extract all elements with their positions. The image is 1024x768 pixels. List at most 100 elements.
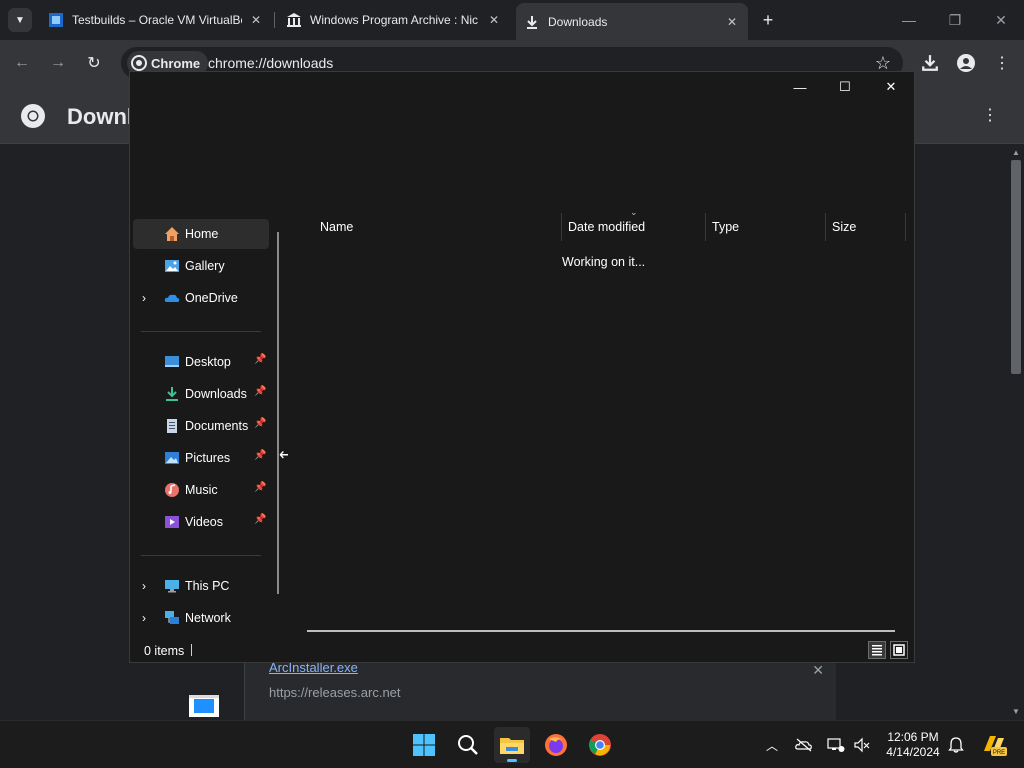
tiles-view-button[interactable]	[890, 641, 908, 659]
minimize-button[interactable]: —	[897, 8, 921, 32]
nav-item-videos[interactable]: Videos 📌	[133, 507, 269, 537]
copilot-button[interactable]: PRE	[980, 733, 1008, 757]
nav-item-gallery[interactable]: Gallery	[133, 251, 269, 281]
column-header-type[interactable]: Type	[706, 213, 826, 241]
home-icon	[165, 227, 179, 241]
navigation-scrollbar[interactable]	[277, 232, 279, 594]
status-separator	[191, 644, 192, 656]
explorer-minimize-button[interactable]: —	[777, 72, 823, 102]
scroll-thumb[interactable]	[1011, 160, 1021, 374]
remove-download-icon[interactable]: ✕	[812, 662, 824, 679]
downloads-button[interactable]	[918, 51, 942, 75]
close-icon[interactable]: ✕	[486, 12, 502, 28]
reload-button[interactable]: ↻	[82, 51, 106, 75]
page-scrollbar[interactable]: ▲ ▼	[1008, 144, 1024, 720]
start-button[interactable]	[406, 727, 442, 763]
nav-item-home[interactable]: Home	[133, 219, 269, 249]
column-header-date-modified[interactable]: Date modified	[562, 213, 706, 241]
gallery-icon	[165, 260, 179, 272]
onedrive-icon	[164, 294, 180, 302]
volume-tray-icon[interactable]	[852, 735, 872, 755]
plus-icon: +	[762, 9, 774, 30]
nav-item-documents[interactable]: Documents 📌	[133, 411, 269, 441]
close-window-button[interactable]: ✕	[989, 8, 1013, 32]
forward-button[interactable]: →	[46, 51, 70, 75]
chrome-menu-button[interactable]: ⋮	[990, 51, 1014, 75]
pin-icon[interactable]: 📌	[254, 514, 266, 525]
scroll-up-icon[interactable]: ▲	[1012, 148, 1020, 157]
new-tab-button[interactable]: +	[758, 10, 778, 30]
details-view-button[interactable]	[868, 641, 886, 659]
file-list: ⌄ Name Date modified Type Size Working o…	[288, 207, 914, 637]
chevron-right-icon[interactable]: ›	[142, 579, 146, 593]
nav-item-music[interactable]: Music 📌	[133, 475, 269, 505]
nav-item-label: Desktop	[185, 355, 231, 369]
back-button[interactable]: ←	[10, 51, 34, 75]
reload-icon: ↻	[87, 55, 101, 72]
url-text[interactable]: chrome://downloads	[208, 55, 333, 71]
pin-icon[interactable]: 📌	[254, 450, 266, 461]
taskbar-chrome[interactable]	[582, 727, 618, 763]
network-icon	[165, 611, 179, 624]
volume-muted-icon	[854, 737, 870, 753]
tab-downloads[interactable]: Downloads ✕	[516, 3, 748, 40]
onedrive-tray-icon[interactable]	[794, 735, 814, 755]
column-label: Size	[832, 220, 857, 234]
pin-icon[interactable]: 📌	[254, 354, 266, 365]
pictures-icon	[165, 452, 179, 464]
explorer-close-button[interactable]: ✕	[868, 72, 914, 102]
close-icon[interactable]: ✕	[248, 12, 264, 28]
chevron-up-icon: ︿	[765, 738, 778, 753]
network-tray-icon[interactable]	[826, 735, 846, 755]
scroll-down-icon[interactable]: ▼	[1012, 707, 1020, 716]
nav-item-desktop[interactable]: Desktop 📌	[133, 347, 269, 377]
nav-item-downloads[interactable]: Downloads 📌	[133, 379, 269, 409]
column-header-size[interactable]: Size	[826, 213, 906, 241]
arrow-left-icon: ←	[14, 54, 30, 71]
taskbar-search-button[interactable]	[450, 727, 486, 763]
pin-icon[interactable]: 📌	[254, 482, 266, 493]
notifications-button[interactable]	[946, 735, 966, 755]
bell-icon	[948, 737, 964, 753]
download-icon	[922, 55, 938, 71]
tab-title: Windows Program Archive : Nic	[310, 13, 479, 27]
minimize-icon: —	[902, 12, 916, 28]
tiles-view-icon	[893, 644, 905, 656]
videos-icon	[165, 516, 179, 528]
nav-item-network[interactable]: › Network	[133, 603, 269, 633]
minimize-icon: —	[793, 79, 807, 95]
explorer-maximize-button[interactable]: ☐	[822, 72, 868, 102]
restore-button[interactable]: ❐	[943, 8, 967, 32]
desktop-icon	[165, 356, 179, 367]
cloud-off-icon	[795, 738, 812, 752]
horizontal-scrollbar[interactable]	[307, 630, 895, 632]
show-hidden-icons-button[interactable]: ︿	[762, 735, 782, 755]
more-vertical-icon[interactable]: ⋮	[982, 105, 998, 125]
tab-windows-program-archive[interactable]: Windows Program Archive : Nic ✕	[278, 5, 510, 35]
downloads-icon	[166, 387, 178, 401]
file-icon	[189, 695, 219, 717]
archive-icon	[286, 12, 302, 28]
close-icon[interactable]: ✕	[724, 14, 740, 30]
taskbar-firefox[interactable]	[538, 727, 574, 763]
network-status-icon	[827, 738, 845, 752]
chevron-right-icon[interactable]: ›	[142, 291, 146, 305]
column-header-name[interactable]: Name	[314, 213, 562, 241]
profile-button[interactable]	[954, 51, 978, 75]
navigation-pane: Home Gallery › OneDrive Desktop 📌 Downlo…	[130, 213, 288, 637]
tab-virtualbox[interactable]: Testbuilds – Oracle VM VirtualBox ✕	[40, 5, 272, 35]
documents-icon	[167, 419, 177, 433]
taskbar-file-explorer[interactable]	[494, 727, 530, 763]
copilot-icon: PRE	[984, 736, 1007, 756]
pin-icon[interactable]: 📌	[254, 418, 266, 429]
nav-item-pictures[interactable]: Pictures 📌	[133, 443, 269, 473]
nav-item-onedrive[interactable]: › OneDrive	[133, 283, 269, 313]
nav-item-this-pc[interactable]: › This PC	[133, 571, 269, 601]
pin-icon[interactable]: 📌	[254, 386, 266, 397]
maximize-icon: ☐	[839, 79, 851, 94]
this-pc-icon	[165, 580, 179, 593]
tab-search-button[interactable]: ▼	[8, 8, 32, 32]
search-icon	[458, 735, 478, 755]
chevron-right-icon[interactable]: ›	[142, 611, 146, 625]
system-clock[interactable]: 12:06 PM 4/14/2024	[884, 730, 942, 760]
